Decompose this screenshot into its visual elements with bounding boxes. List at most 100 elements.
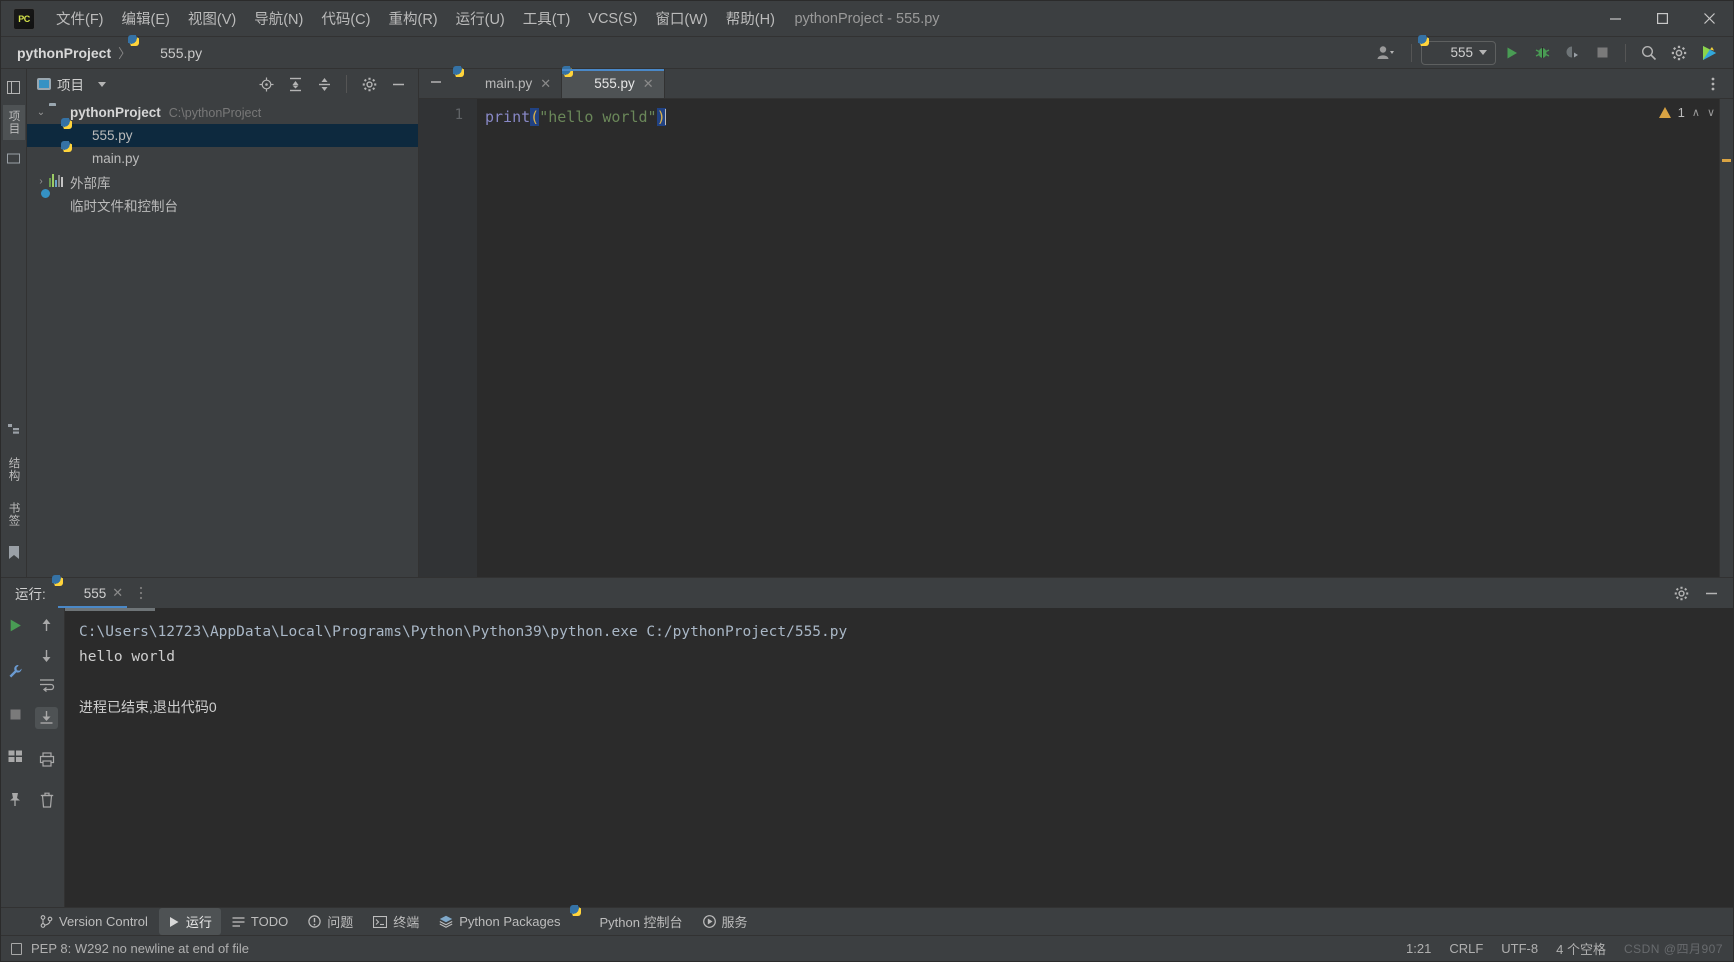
menu-vcs[interactable]: VCS(S) <box>579 6 646 32</box>
commit-icon[interactable] <box>7 144 20 172</box>
more-options-icon[interactable] <box>1699 71 1727 97</box>
minimize-button[interactable] <box>1592 1 1639 37</box>
inspection-scrollbar[interactable] <box>1719 99 1733 577</box>
soft-wrap-icon[interactable] <box>39 678 55 694</box>
close-icon[interactable]: ✕ <box>643 76 654 92</box>
bottom-tab-todo[interactable]: TODO <box>223 910 297 933</box>
run-configuration-selector[interactable]: 555 <box>1421 40 1496 65</box>
next-problem-icon[interactable]: ∨ <box>1707 106 1715 119</box>
run-button[interactable] <box>1498 40 1526 66</box>
tree-item-external-libraries[interactable]: › 外部库 <box>27 170 418 193</box>
bottom-tab-terminal[interactable]: 终端 <box>364 908 428 935</box>
pycharm-logo-icon: PC <box>13 7 35 30</box>
ai-assistant-icon <box>1702 45 1716 60</box>
maximize-button[interactable] <box>1639 1 1686 37</box>
expand-all-icon[interactable] <box>281 71 309 97</box>
twisty-icon[interactable]: ⌄ <box>33 107 49 118</box>
scroll-up-icon[interactable] <box>39 618 54 635</box>
main-menu: 文件(F) 编辑(E) 视图(V) 导航(N) 代码(C) 重构(R) 运行(U… <box>47 3 784 34</box>
run-config-name: 555 <box>1450 45 1473 60</box>
hide-panel-icon[interactable] <box>384 71 412 97</box>
sidebar-item-bookmarks[interactable]: 书签 <box>3 497 25 532</box>
debug-button[interactable] <box>1528 40 1556 66</box>
terminal-icon <box>373 915 388 928</box>
pin-icon[interactable] <box>8 778 22 809</box>
close-button[interactable] <box>1686 1 1733 37</box>
inspection-widget[interactable]: 1 ∧ ∨ <box>1658 105 1715 120</box>
file-encoding[interactable]: UTF-8 <box>1501 941 1538 956</box>
tree-item-label: main.py <box>92 151 140 166</box>
tree-item-555py[interactable]: 555.py <box>27 124 418 147</box>
code-content[interactable]: print("hello world") <box>477 99 1733 577</box>
scroll-to-end-icon[interactable] <box>35 707 58 729</box>
print-icon[interactable] <box>39 742 55 769</box>
menu-tools[interactable]: 工具(T) <box>514 3 580 34</box>
menu-navigate[interactable]: 导航(N) <box>245 3 312 34</box>
sidebar-item-structure[interactable]: 结构 <box>3 452 25 487</box>
project-settings-icon[interactable] <box>355 71 383 97</box>
bottom-tab-run[interactable]: 运行 <box>158 908 221 935</box>
warning-marker[interactable] <box>1722 159 1731 162</box>
menu-window[interactable]: 窗口(W) <box>646 3 716 34</box>
scroll-down-icon[interactable] <box>39 648 54 665</box>
editor-area: main.py ✕ 555.py ✕ 1 print("hello world"… <box>419 69 1733 577</box>
tree-item-scratches-and-consoles[interactable]: 临时文件和控制台 <box>27 193 418 216</box>
trash-icon[interactable] <box>40 782 54 810</box>
python-console-icon <box>580 915 593 928</box>
stop-button[interactable] <box>1588 40 1616 66</box>
run-with-coverage-button[interactable] <box>1558 40 1586 66</box>
twisty-icon[interactable]: › <box>33 176 49 187</box>
caret-position[interactable]: 1:21 <box>1406 941 1431 956</box>
bottom-tab-version-control[interactable]: Version Control <box>31 910 157 933</box>
editor-tab-555py[interactable]: 555.py ✕ <box>562 69 665 98</box>
settings-button[interactable] <box>1665 40 1693 66</box>
account-icon[interactable] <box>1368 40 1402 66</box>
menu-run[interactable]: 运行(U) <box>447 3 514 34</box>
layout-settings-icon[interactable] <box>8 736 23 765</box>
tab-list-hide-icon[interactable] <box>419 69 453 95</box>
bottom-tab-python-console[interactable]: Python 控制台 <box>571 908 691 935</box>
menu-edit[interactable]: 编辑(E) <box>113 3 179 34</box>
menu-refactor[interactable]: 重构(R) <box>379 3 446 34</box>
rerun-icon[interactable] <box>8 618 23 635</box>
run-panel-hide-icon[interactable] <box>1697 580 1725 606</box>
structure-icon[interactable] <box>7 419 20 442</box>
editor-tab-mainpy[interactable]: main.py ✕ <box>453 69 563 98</box>
packages-icon <box>439 915 453 928</box>
breadcrumb-file[interactable]: 555.py <box>138 45 202 61</box>
project-view-icon[interactable] <box>7 77 20 101</box>
code-editor[interactable]: 1 print("hello world") 1 ∧ ∨ <box>419 99 1733 577</box>
close-icon[interactable]: ✕ <box>112 585 123 601</box>
console-output[interactable]: C:\Users\12723\AppData\Local\Programs\Py… <box>65 608 1733 907</box>
locate-file-icon[interactable] <box>252 71 280 97</box>
title-bar: PC 文件(F) 编辑(E) 视图(V) 导航(N) 代码(C) 重构(R) 运… <box>1 1 1733 37</box>
indent-setting[interactable]: 4 个空格 <box>1556 939 1606 958</box>
tree-item-mainpy[interactable]: main.py <box>27 147 418 170</box>
ai-assistant-button[interactable] <box>1695 40 1723 66</box>
python-file-icon <box>71 128 87 144</box>
menu-help[interactable]: 帮助(H) <box>717 3 784 34</box>
bottom-tab-services[interactable]: 服务 <box>694 908 757 935</box>
search-everywhere-button[interactable] <box>1635 40 1663 66</box>
bookmark-icon[interactable] <box>8 542 20 567</box>
menu-code[interactable]: 代码(C) <box>312 3 379 34</box>
stop-icon[interactable] <box>9 694 22 723</box>
bottom-tab-python-packages[interactable]: Python Packages <box>430 910 569 933</box>
previous-problem-icon[interactable]: ∧ <box>1692 106 1700 119</box>
wrench-icon[interactable] <box>8 648 23 681</box>
chevron-down-icon[interactable] <box>98 81 106 87</box>
breadcrumb-project[interactable]: pythonProject <box>17 45 111 61</box>
run-tab-555[interactable]: 555 ✕ <box>56 582 129 608</box>
bottom-tab-problems[interactable]: 问题 <box>299 908 362 935</box>
python-file-icon <box>71 151 87 167</box>
inspection-status-icon[interactable] <box>11 942 22 955</box>
close-icon[interactable]: ✕ <box>540 76 551 92</box>
sidebar-item-project[interactable]: 项目 <box>2 105 25 140</box>
line-separator[interactable]: CRLF <box>1449 941 1483 956</box>
tree-item-pythonproject[interactable]: ⌄ pythonProject C:\pythonProject <box>27 101 418 124</box>
menu-file[interactable]: 文件(F) <box>47 3 113 34</box>
run-panel-settings-icon[interactable] <box>1667 580 1695 606</box>
drag-handle-icon[interactable] <box>139 585 143 601</box>
collapse-all-icon[interactable] <box>310 71 338 97</box>
menu-view[interactable]: 视图(V) <box>179 3 245 34</box>
